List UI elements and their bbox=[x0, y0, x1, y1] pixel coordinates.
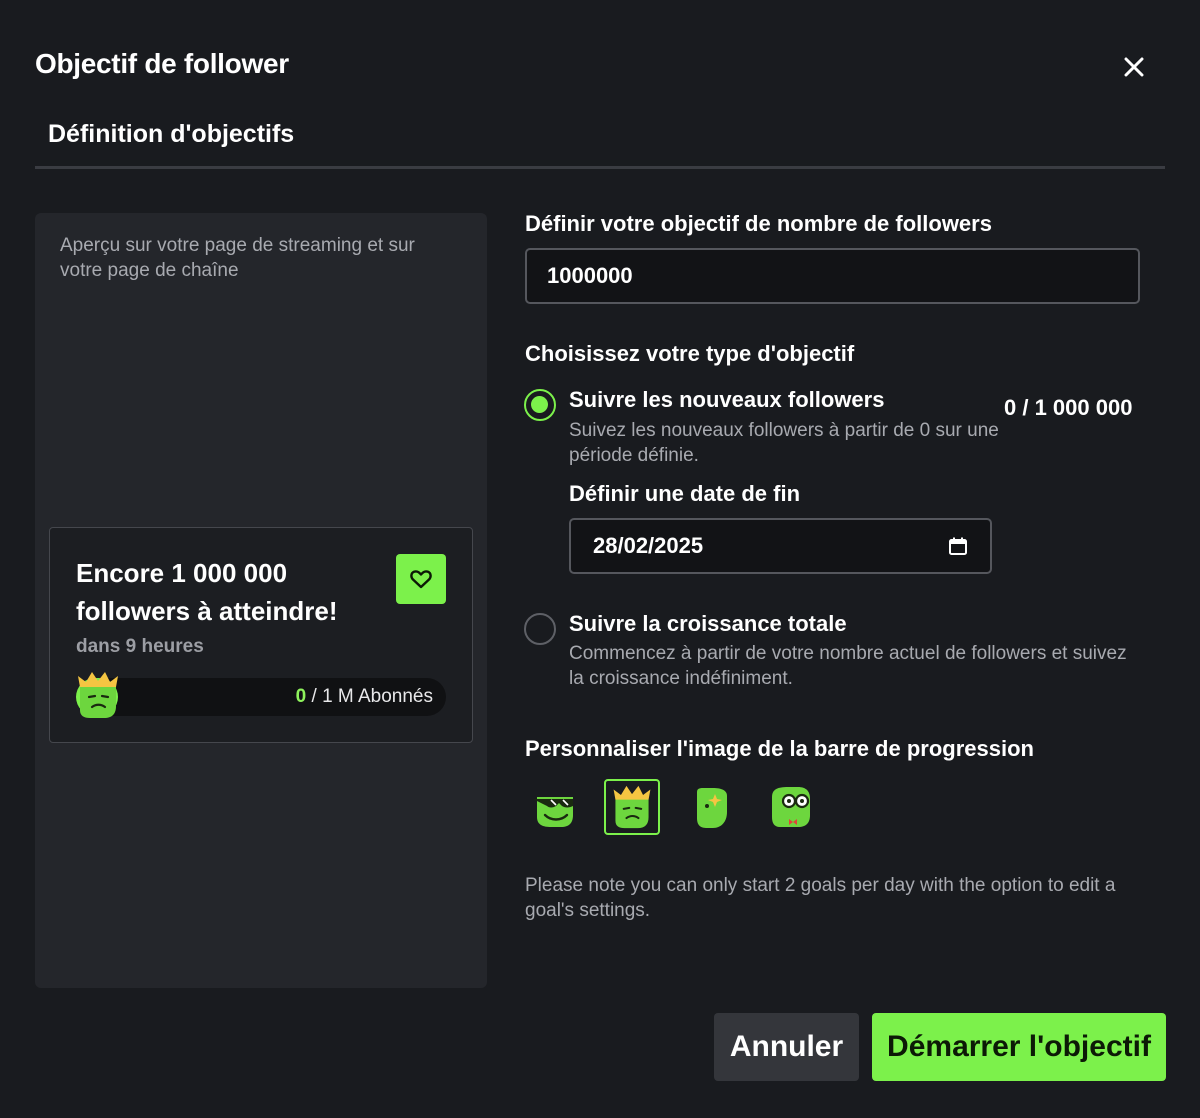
option-new-followers-desc: Suivez les nouveaux followers à partir d… bbox=[569, 420, 999, 466]
image-option-crown[interactable] bbox=[604, 779, 660, 835]
goal-progress-bar: 0 / 1 M Abonnés bbox=[76, 672, 446, 718]
image-option-sunglasses[interactable] bbox=[525, 779, 581, 835]
preview-caption: Aperçu sur votre page de streaming et su… bbox=[60, 235, 415, 281]
new-followers-count: 0 / 1 000 000 bbox=[1004, 395, 1133, 420]
goal-type-label: Choisissez votre type d'objectif bbox=[525, 341, 855, 366]
glasses-bowtie-avatar-icon bbox=[772, 787, 810, 827]
radio-total-growth[interactable] bbox=[524, 613, 556, 645]
image-option-sparkle[interactable] bbox=[683, 779, 739, 835]
goal-target-value: / 1 M Abonnés bbox=[306, 686, 433, 707]
cancel-button[interactable]: Annuler bbox=[714, 1013, 859, 1081]
end-date-input[interactable]: 28/02/2025 bbox=[569, 518, 992, 574]
crown-avatar-icon bbox=[78, 672, 118, 718]
crown-avatar-icon bbox=[613, 785, 651, 829]
goal-number-label: Définir votre objectif de nombre de foll… bbox=[525, 211, 992, 236]
option-total-growth-title[interactable]: Suivre la croissance totale bbox=[569, 611, 847, 637]
progress-image-label: Personnaliser l'image de la barre de pro… bbox=[525, 736, 1034, 761]
sparkle-avatar-icon bbox=[697, 788, 727, 828]
close-button[interactable] bbox=[1117, 50, 1151, 84]
option-new-followers-title[interactable]: Suivre les nouveaux followers bbox=[569, 387, 884, 413]
radio-new-followers[interactable] bbox=[524, 389, 556, 421]
goal-limit-note: Please note you can only start 2 goals p… bbox=[525, 875, 1116, 921]
tab-divider bbox=[35, 166, 1165, 169]
start-goal-button[interactable]: Démarrer l'objectif bbox=[872, 1013, 1166, 1081]
goal-preview-card: Encore 1 000 000 followers à atteindre! … bbox=[49, 527, 473, 743]
end-date-label: Définir une date de fin bbox=[569, 481, 801, 506]
calendar-icon[interactable] bbox=[948, 536, 968, 556]
heart-icon bbox=[410, 570, 432, 589]
goal-progress-count: 0 / 1 M Abonnés bbox=[296, 686, 433, 708]
goal-card-title: Encore 1 000 000 followers à atteindre! bbox=[76, 558, 338, 626]
goal-number-input[interactable]: 1000000 bbox=[525, 248, 1140, 304]
goal-card-time: dans 9 heures bbox=[76, 636, 204, 657]
follow-heart-button bbox=[396, 554, 446, 604]
image-option-glasses-bowtie[interactable] bbox=[762, 779, 818, 835]
tab-goal-definition[interactable]: Définition d'objectifs bbox=[48, 120, 294, 149]
end-date-value: 28/02/2025 bbox=[593, 533, 704, 558]
preview-panel: Aperçu sur votre page de streaming et su… bbox=[35, 213, 487, 988]
option-total-growth-desc: Commencez à partir de votre nombre actue… bbox=[569, 643, 1127, 689]
sunglasses-avatar-icon bbox=[533, 797, 573, 827]
dialog-title: Objectif de follower bbox=[35, 48, 289, 79]
close-icon bbox=[1124, 57, 1144, 77]
goal-current-value: 0 bbox=[295, 686, 307, 707]
